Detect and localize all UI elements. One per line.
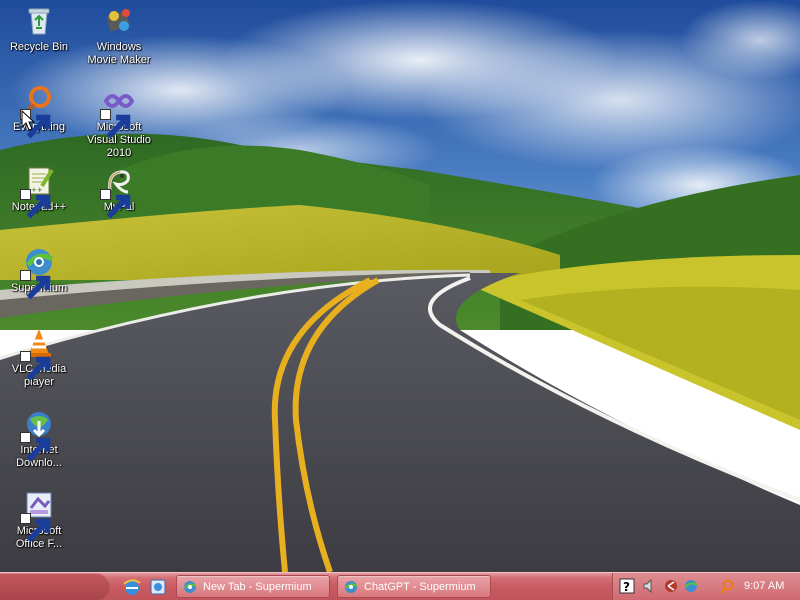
visual-studio-icon: [100, 84, 136, 139]
svg-text:?: ?: [623, 580, 630, 594]
supermium-tray-icon[interactable]: [683, 578, 699, 594]
shortcut-arrow-icon: [20, 513, 51, 543]
taskbar-button-chatgpt[interactable]: ChatGPT - Supermium: [337, 575, 491, 598]
recycle-bin-icon: [22, 4, 56, 38]
taskbar-button-label: New Tab - Supermium: [203, 580, 312, 593]
office-icon: [20, 488, 56, 543]
shortcut-arrow-icon: [20, 270, 51, 300]
taskbar-button-label: ChatGPT - Supermium: [364, 580, 476, 593]
start-button[interactable]: [0, 573, 110, 600]
desktop-icon-internet-download-manager[interactable]: Internet Downlo...: [0, 407, 78, 470]
desktop-icon-label: Recycle Bin: [9, 41, 69, 53]
shortcut-arrow-icon: [20, 189, 51, 219]
desktop-icon-recycle-bin[interactable]: Recycle Bin: [0, 4, 78, 54]
clock[interactable]: 9:07 AM: [744, 580, 784, 592]
shortcut-arrow-icon: [100, 189, 131, 219]
notepad-plus-plus-icon: ++: [20, 164, 56, 219]
desktop-icon-vlc[interactable]: VLC media player: [0, 326, 78, 389]
vlc-icon: [20, 326, 56, 381]
internet-explorer-icon[interactable]: [122, 577, 142, 597]
movie-maker-icon: [102, 4, 136, 38]
shortcut-arrow-icon: [100, 109, 131, 139]
desktop-icon-mypal[interactable]: MyPal: [80, 164, 158, 219]
desktop-icon-notepad-plus-plus[interactable]: ++ Notepad++: [0, 164, 78, 219]
desktop-icon-windows-movie-maker[interactable]: Windows Movie Maker: [80, 4, 158, 67]
taskbar-button-new-tab[interactable]: New Tab - Supermium: [176, 575, 330, 598]
shortcut-arrow-icon: [20, 351, 51, 381]
supermium-icon: [20, 245, 56, 300]
desktop-icon-label: Windows Movie Maker: [87, 41, 151, 66]
desktop-icon-microsoft-office[interactable]: Microsoft Office F...: [0, 488, 78, 551]
network-icon[interactable]: [663, 578, 679, 594]
volume-icon[interactable]: [641, 578, 657, 594]
supermium-icon: [184, 580, 197, 593]
taskbar: New Tab - Supermium ChatGPT - Supermium …: [0, 572, 800, 600]
desktop-icon-visual-studio[interactable]: Microsoft Visual Studio 2010: [80, 84, 158, 160]
shortcut-arrow-icon: [20, 432, 51, 462]
desktop-icon-supermium[interactable]: Supermium: [0, 245, 78, 300]
desktop-icon-everything[interactable]: Everything: [0, 84, 78, 139]
show-desktop-icon[interactable]: [148, 577, 168, 597]
mypal-icon: [100, 164, 136, 219]
desktop[interactable]: Recycle Bin Everything ++ Notepad++ Supe…: [0, 0, 800, 572]
quick-launch: [122, 577, 168, 597]
help-icon[interactable]: ?: [619, 578, 635, 594]
internet-download-manager-icon: [20, 407, 56, 462]
everything-search-icon[interactable]: [719, 578, 735, 594]
supermium-icon: [345, 580, 358, 593]
mouse-cursor-icon: [21, 110, 35, 131]
